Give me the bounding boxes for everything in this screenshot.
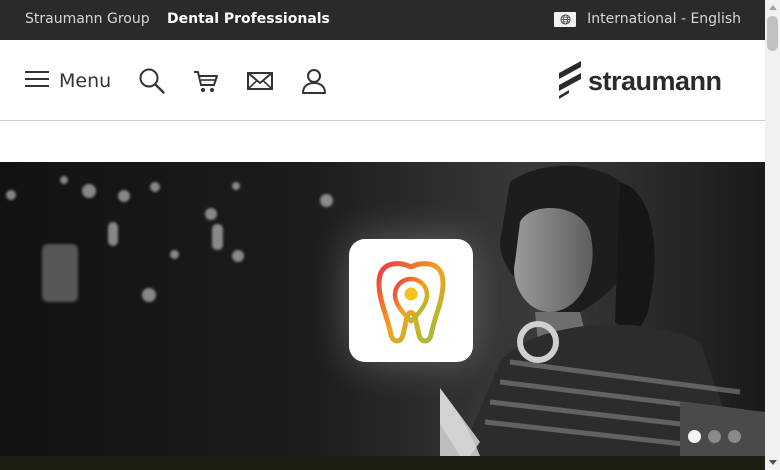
carousel-dots — [688, 430, 741, 443]
search-icon[interactable] — [138, 67, 166, 95]
logo-mark-icon — [555, 59, 585, 103]
dental-professionals-link[interactable]: Dental Professionals — [167, 11, 330, 27]
bokeh-light — [82, 184, 96, 198]
scroll-down-icon[interactable] — [765, 455, 780, 470]
carousel-dot-2[interactable] — [708, 430, 721, 443]
tooth-location-icon — [349, 261, 473, 366]
bokeh-light — [205, 208, 217, 220]
scroll-up-icon[interactable] — [765, 0, 780, 15]
bokeh-light — [6, 190, 16, 200]
scroll-thumb[interactable] — [767, 16, 778, 51]
locale-selector[interactable]: International - English — [554, 11, 741, 27]
page-scrollbar[interactable] — [765, 0, 780, 470]
bokeh-light — [108, 222, 118, 246]
menu-button[interactable]: Menu — [25, 70, 111, 92]
bottom-band — [0, 456, 765, 470]
locale-label: International - English — [587, 11, 741, 27]
globe-icon — [554, 11, 577, 27]
hamburger-icon — [25, 70, 49, 92]
main-header: Menu straumann — [0, 40, 765, 121]
content-spacer — [0, 121, 765, 162]
mail-icon[interactable] — [246, 67, 274, 95]
bokeh-light — [232, 250, 244, 262]
cart-icon[interactable] — [192, 67, 220, 95]
straumann-logo[interactable]: straumann — [555, 59, 722, 103]
menu-label: Menu — [59, 70, 112, 92]
bokeh-light — [320, 194, 333, 207]
straumann-group-link[interactable]: Straumann Group — [25, 11, 150, 27]
bokeh-light — [142, 288, 156, 302]
carousel-dot-3[interactable] — [728, 430, 741, 443]
woman-figure — [440, 165, 765, 456]
bokeh-light — [170, 250, 179, 259]
bokeh-light — [232, 182, 240, 190]
bokeh-light — [212, 224, 223, 250]
user-icon[interactable] — [300, 67, 328, 95]
logo-text: straumann — [588, 65, 722, 96]
bokeh-light — [60, 176, 68, 184]
bokeh-light — [150, 182, 160, 192]
hero-carousel[interactable] — [0, 162, 765, 456]
app-tile — [349, 239, 473, 362]
top-bar: Straumann Group Dental Professionals Int… — [0, 0, 765, 40]
carousel-dot-1[interactable] — [688, 430, 701, 443]
bokeh-light — [42, 244, 78, 302]
bokeh-light — [118, 190, 130, 202]
